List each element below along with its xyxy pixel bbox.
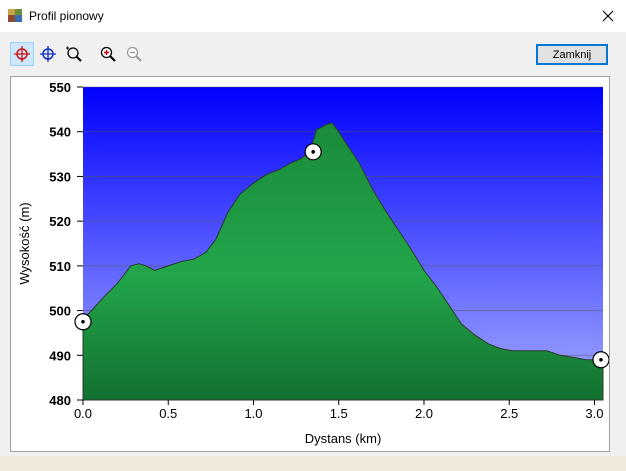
window-title: Profil pionowy — [29, 9, 104, 23]
close-button[interactable]: Zamknij — [536, 44, 608, 65]
elevation-chart: 480 490 500 510 520 530 540 550 0.0 0.5 1.0 1.5 2.0… — [10, 76, 610, 452]
y-tick-label: 490 — [49, 348, 71, 363]
y-tick-label: 550 — [49, 80, 71, 95]
zoom-in-icon[interactable] — [96, 42, 120, 66]
crosshair-blue-icon[interactable] — [36, 42, 60, 66]
y-axis: 480 490 500 510 520 530 540 550 — [49, 80, 83, 408]
toolbar — [0, 36, 626, 70]
x-tick-label: 2.0 — [415, 406, 433, 421]
x-tick-label: 0.0 — [74, 406, 92, 421]
y-tick-label: 500 — [49, 304, 71, 319]
y-tick-label: 520 — [49, 214, 71, 229]
x-tick-label: 1.5 — [330, 406, 348, 421]
x-tick-label: 1.0 — [244, 406, 262, 421]
route-marker[interactable] — [592, 351, 610, 369]
x-tick-label: 0.5 — [159, 406, 177, 421]
map-background-strip — [0, 456, 626, 471]
y-axis-label: Wysokość (m) — [17, 202, 32, 284]
title-bar: Profil pionowy — [0, 0, 626, 32]
crosshair-red-icon[interactable] — [10, 42, 34, 66]
profile-map-icon — [8, 9, 22, 22]
x-axis: 0.0 0.5 1.0 1.5 2.0 2.5 3.0 — [74, 400, 604, 421]
elevation-chart-svg: 480 490 500 510 520 530 540 550 0.0 0.5 1.0 1.5 2.0… — [17, 80, 610, 446]
y-tick-label: 530 — [49, 169, 71, 184]
y-tick-label: 540 — [49, 125, 71, 140]
close-icon[interactable] — [590, 0, 626, 32]
y-tick-label: 480 — [49, 393, 71, 408]
profile-window: Profil pionowy Zamknij 480 490 500 510 5… — [0, 0, 626, 471]
x-axis-label: Dystans (km) — [305, 431, 382, 446]
y-tick-label: 510 — [49, 259, 71, 274]
route-marker[interactable] — [304, 143, 322, 161]
zoom-out-icon[interactable] — [122, 42, 146, 66]
route-marker[interactable] — [74, 313, 92, 331]
zoom-region-icon[interactable] — [62, 42, 86, 66]
x-tick-label: 2.5 — [500, 406, 518, 421]
x-tick-label: 3.0 — [585, 406, 603, 421]
